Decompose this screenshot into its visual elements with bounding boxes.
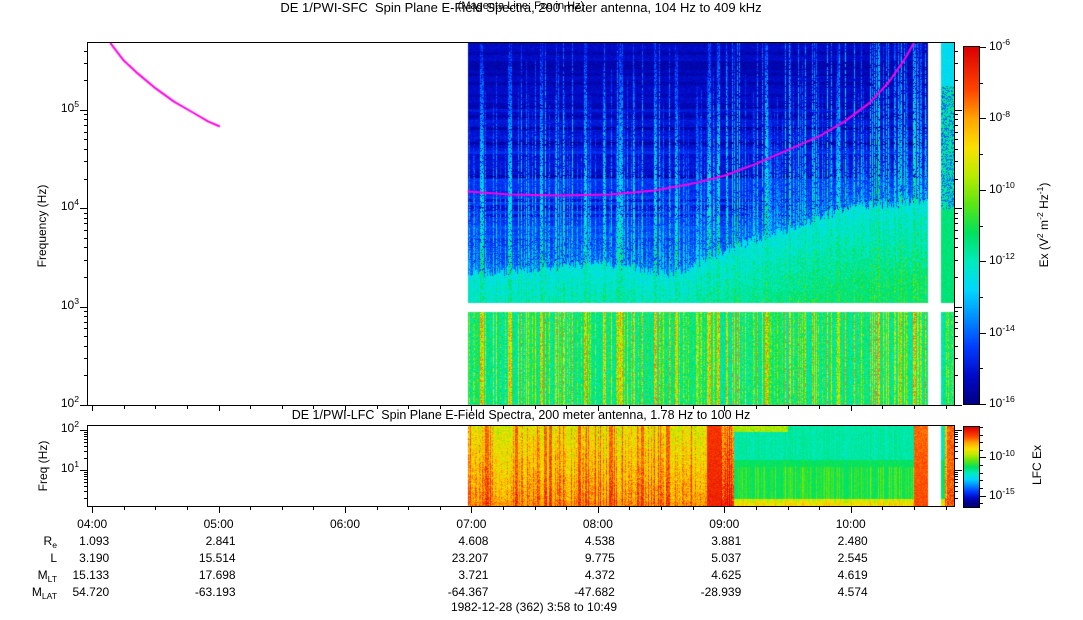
ephemeris-value: 4.372: [584, 568, 615, 582]
ephemeris-value: 15.514: [198, 551, 236, 565]
ephemeris-value: 15.133: [72, 568, 110, 582]
ephemeris-value: 5.037: [711, 551, 742, 565]
ephemeris-value: 4.619: [837, 568, 868, 582]
ephemeris-value: 54.720: [72, 585, 110, 599]
ephemeris-value: 2.841: [205, 534, 236, 548]
ephemeris-value: -64.367: [447, 585, 489, 599]
ephemeris-value: 2.545: [837, 551, 868, 565]
ephemeris-value: -28.939: [700, 585, 742, 599]
ephemeris-value: 1.093: [79, 534, 110, 548]
ephemeris-value: 23.207: [451, 551, 489, 565]
ephemeris-value: 17.698: [198, 568, 236, 582]
ephemeris-value: 4.608: [458, 534, 489, 548]
ephemeris-value: 2.480: [837, 534, 868, 548]
ephemeris-value: -47.682: [574, 585, 615, 599]
ephemeris-value: 4.574: [837, 585, 868, 599]
ephemeris-value: 3.721: [458, 568, 489, 582]
ephemeris-value: -63.193: [194, 585, 236, 599]
ephemeris-value: 4.538: [584, 534, 615, 548]
ephemeris-value: 3.881: [711, 534, 742, 548]
ephemeris-value: 9.775: [584, 551, 615, 565]
ephemeris-layer: Re 1.093 2.841 4.608 4.538 3.881 2.480 L 3.190 15…: [0, 0, 1083, 620]
ephemeris-value: 4.625: [711, 568, 742, 582]
date-range-label: 1982-12-28 (362) 3:58 to 10:49: [450, 600, 618, 614]
ephemeris-value: 3.190: [79, 551, 110, 565]
